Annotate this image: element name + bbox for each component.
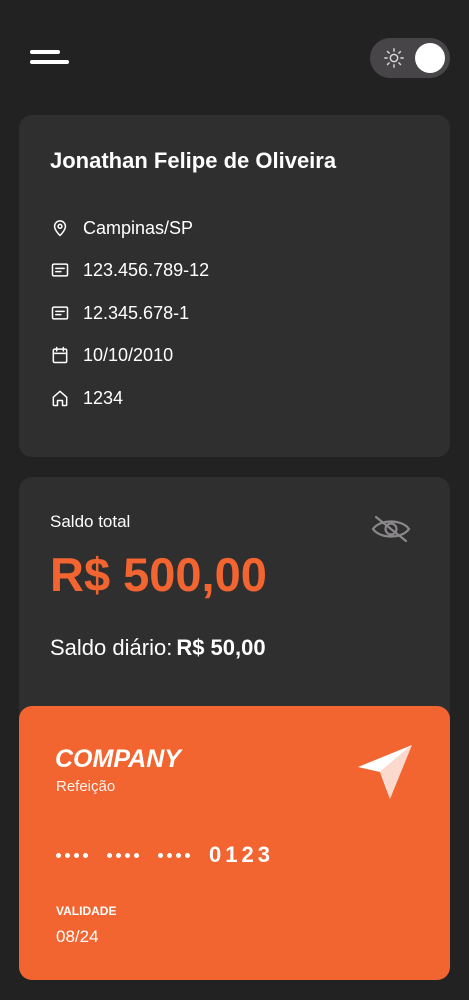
- theme-toggle[interactable]: [370, 38, 450, 78]
- info-row-house-number: 1234: [50, 386, 123, 410]
- toggle-knob: [415, 43, 445, 73]
- rg-text: 12.345.678-1: [83, 302, 190, 323]
- masked-digits-group-3: [158, 852, 194, 858]
- house-number-text: 1234: [83, 387, 124, 408]
- validity-value: 08/24: [56, 927, 99, 946]
- info-row-birth-date: 10/10/2010: [50, 343, 173, 367]
- id-card-icon: [51, 306, 69, 320]
- menu-bar-bottom: [30, 60, 69, 64]
- daily-balance-label: Saldo diário:: [50, 635, 173, 660]
- validity-label: VALIDADE: [56, 904, 117, 918]
- birth-date-text: 10/10/2010: [83, 344, 174, 365]
- calendar-icon: [52, 346, 68, 364]
- company-name: COMPANY: [55, 745, 181, 773]
- toggle-balance-visibility-button[interactable]: [370, 513, 412, 545]
- id-card-icon: [51, 263, 69, 277]
- masked-digits-group-2: [107, 852, 143, 858]
- balance-value: R$ 500,00: [50, 548, 267, 601]
- benefit-card[interactable]: COMPANY Refeição 0123 VALIDADE 08/24: [19, 706, 450, 980]
- masked-digits-group-1: [56, 852, 92, 858]
- profile-name: Jonathan Felipe de Oliveira: [50, 148, 337, 173]
- eye-off-icon: [371, 515, 411, 543]
- card-last-digits: 0123: [209, 842, 274, 867]
- menu-button[interactable]: [30, 47, 70, 71]
- daily-balance-value: R$ 50,00: [176, 635, 266, 660]
- cpf-text: 123.456.789-12: [83, 259, 210, 280]
- card-type: Refeição: [56, 778, 116, 795]
- profile-card: Jonathan Felipe de Oliveira Campinas/SP …: [19, 115, 450, 457]
- send-arrow-icon: [358, 745, 412, 799]
- balance-label: Saldo total: [50, 512, 131, 531]
- info-row-cpf: 123.456.789-12: [50, 258, 209, 282]
- city-text: Campinas/SP: [83, 217, 194, 238]
- sun-icon: [384, 48, 404, 68]
- location-pin-icon: [53, 220, 67, 237]
- card-number: 0123: [56, 842, 274, 868]
- home-icon: [52, 390, 68, 407]
- info-row-city: Campinas/SP: [50, 216, 193, 240]
- menu-bar-top: [30, 50, 60, 54]
- info-row-rg: 12.345.678-1: [50, 301, 189, 325]
- daily-balance: Saldo diário: R$ 50,00: [50, 635, 266, 661]
